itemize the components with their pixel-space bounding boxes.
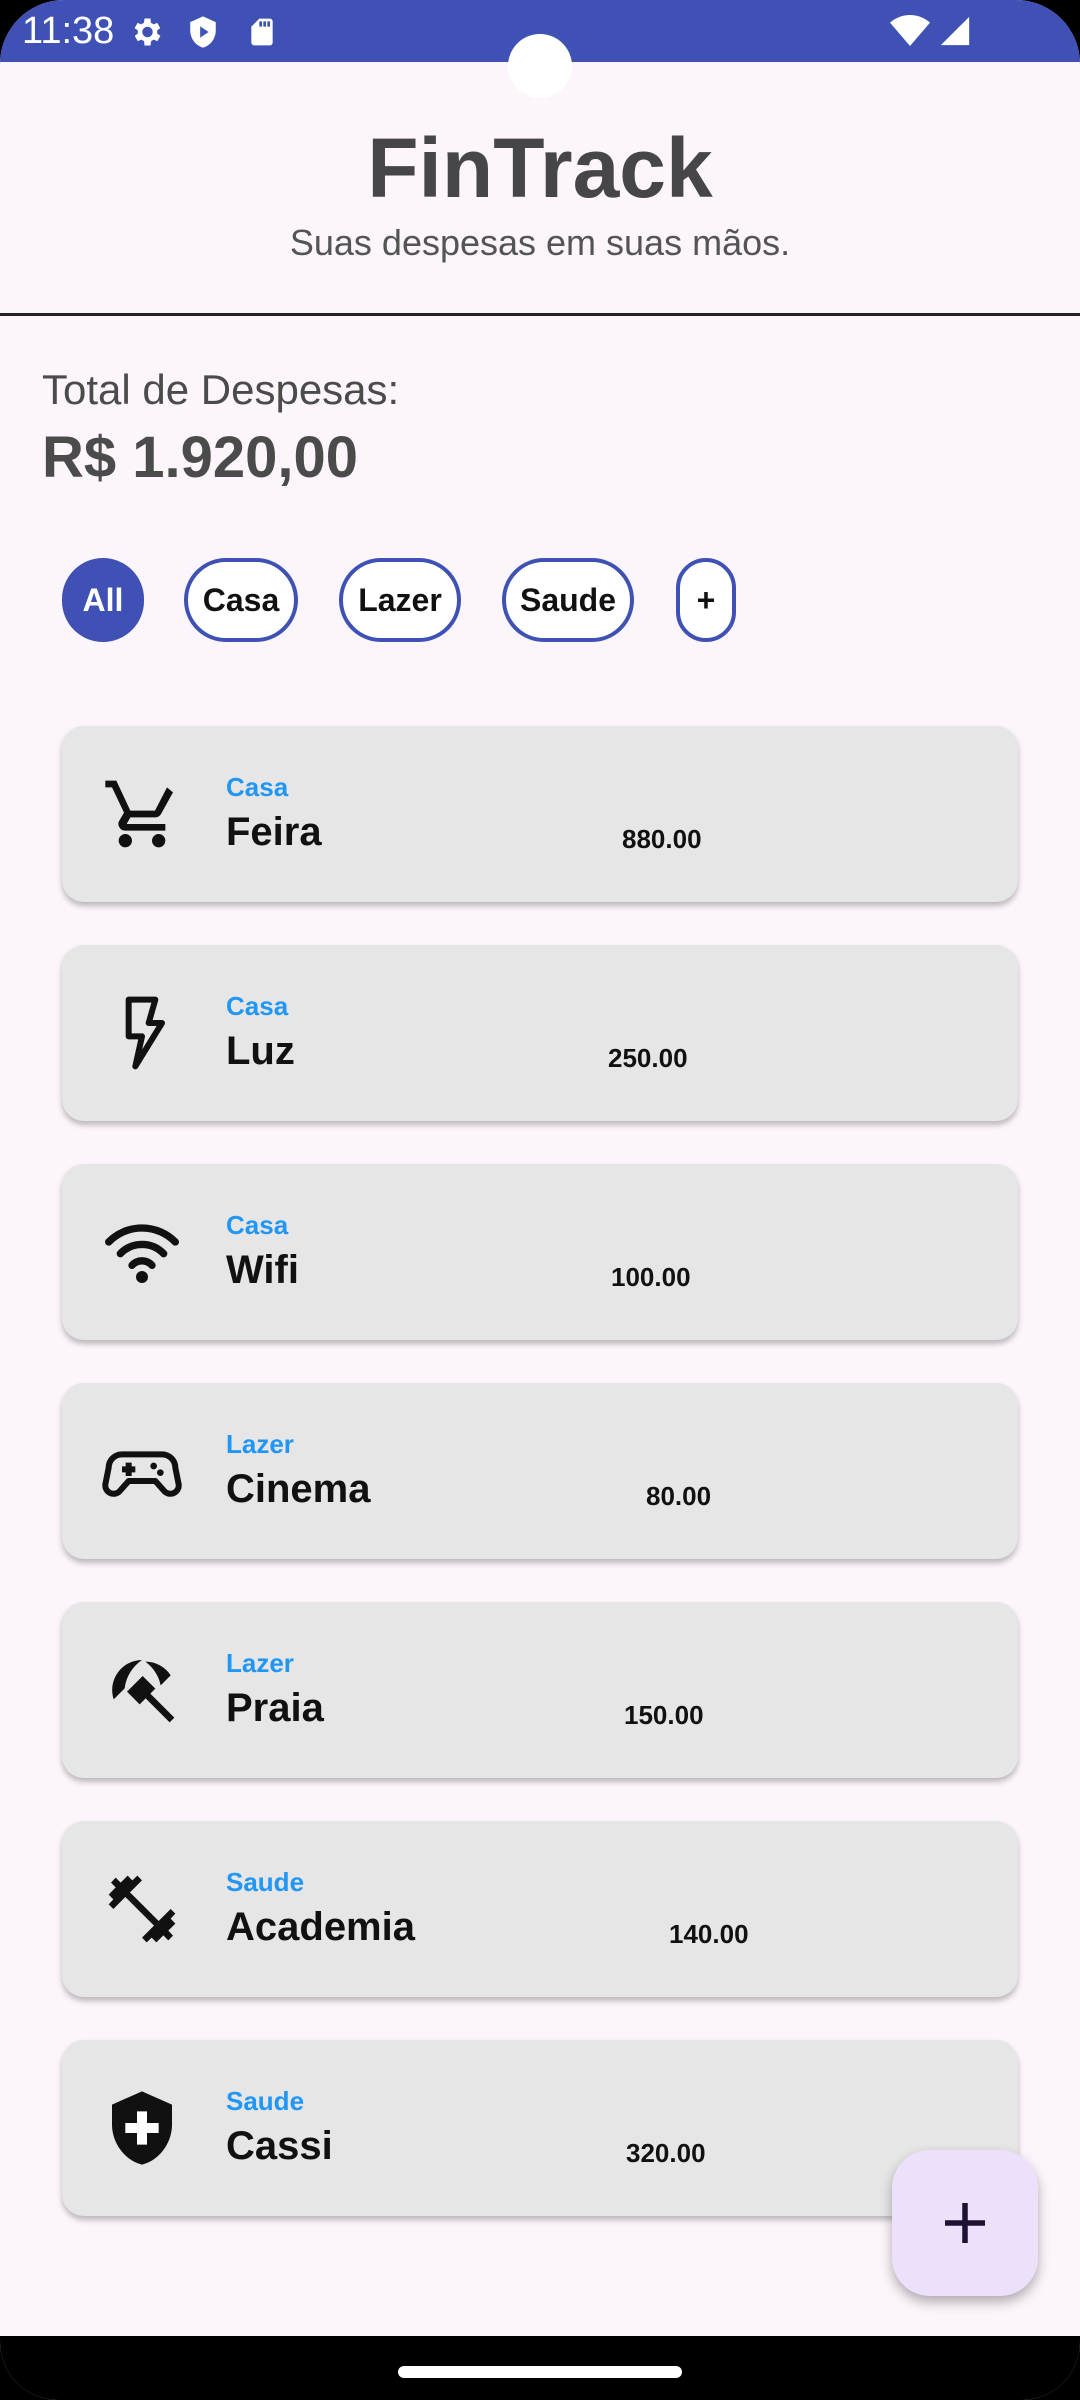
expense-value: 320.00 xyxy=(626,2138,706,2168)
expense-value: 140.00 xyxy=(669,1919,749,1949)
expense-card-cinema[interactable]: Lazer Cinema 80.00 xyxy=(62,1383,1018,1559)
app-screen: 11:38 FinTrack Suas despesas em suas mão… xyxy=(0,0,1080,2400)
wifi-icon xyxy=(890,14,930,53)
app-subtitle: Suas despesas em suas mãos. xyxy=(289,222,791,263)
expense-value: 150.00 xyxy=(624,1700,704,1730)
filter-chip-label: All xyxy=(82,581,124,618)
expense-card-cassi[interactable]: Saude Cassi 320.00 xyxy=(62,2040,1018,2216)
health-shield-icon xyxy=(102,2088,182,2168)
expense-category: Saude xyxy=(226,2086,305,2116)
lightning-icon xyxy=(102,993,182,1073)
dumbbell-icon xyxy=(102,1869,182,1949)
add-expense-button[interactable] xyxy=(892,2150,1038,2296)
gamepad-icon xyxy=(102,1431,182,1511)
expense-value: 80.00 xyxy=(646,1481,712,1511)
expense-name: Luz xyxy=(226,1029,295,1073)
expense-value: 250.00 xyxy=(608,1043,688,1073)
expense-name: Feira xyxy=(226,810,322,854)
expense-name: Cassi xyxy=(226,2124,333,2168)
expense-card-luz[interactable]: Casa Luz 250.00 xyxy=(62,945,1018,1121)
expense-value: 880.00 xyxy=(622,824,702,854)
filter-chip-label: Saude xyxy=(519,581,617,618)
total-label: Total de Despesas: xyxy=(42,366,400,413)
expense-category: Lazer xyxy=(226,1648,294,1678)
expense-category: Lazer xyxy=(226,1429,294,1459)
expense-category: Casa xyxy=(226,772,289,802)
status-time: 11:38 xyxy=(22,10,115,52)
expense-name: Praia xyxy=(226,1686,324,1730)
filter-chip-casa[interactable]: Casa xyxy=(184,558,298,642)
sd-card-icon xyxy=(246,14,278,55)
signal-icon xyxy=(938,14,972,53)
filter-chip-label: Casa xyxy=(202,581,280,618)
expense-card-feira[interactable]: Casa Feira 880.00 xyxy=(62,726,1018,902)
expense-card-wifi[interactable]: Casa Wifi 100.00 xyxy=(62,1164,1018,1340)
filter-chip-lazer[interactable]: Lazer xyxy=(339,558,461,642)
app-title: FinTrack xyxy=(367,121,713,215)
expense-category: Saude xyxy=(226,1867,305,1897)
expense-card-praia[interactable]: Lazer Praia 150.00 xyxy=(62,1602,1018,1778)
expense-category: Casa xyxy=(226,991,289,1021)
total-value: R$ 1.920,00 xyxy=(42,425,359,490)
home-gesture-handle[interactable] xyxy=(398,2366,682,2378)
shield-play-icon xyxy=(186,14,220,55)
expense-name: Academia xyxy=(226,1905,415,1949)
filter-chip-label: Lazer xyxy=(358,581,442,618)
filter-chip-all[interactable]: All xyxy=(62,558,144,642)
filter-chip-saude[interactable]: Saude xyxy=(502,558,634,642)
add-category-chip[interactable]: + xyxy=(676,558,736,642)
wifi-icon xyxy=(102,1212,182,1292)
beach-umbrella-icon xyxy=(102,1650,182,1730)
expense-category: Casa xyxy=(226,1210,289,1240)
expense-card-academia[interactable]: Saude Academia 140.00 xyxy=(62,1821,1018,1997)
filter-chip-label: + xyxy=(696,581,716,618)
expense-name: Cinema xyxy=(226,1467,371,1511)
header-divider xyxy=(0,313,1080,316)
shopping-cart-icon xyxy=(102,774,182,854)
settings-icon xyxy=(128,14,164,55)
expense-name: Wifi xyxy=(226,1248,299,1292)
camera-cutout xyxy=(508,34,572,98)
expense-value: 100.00 xyxy=(611,1262,691,1292)
